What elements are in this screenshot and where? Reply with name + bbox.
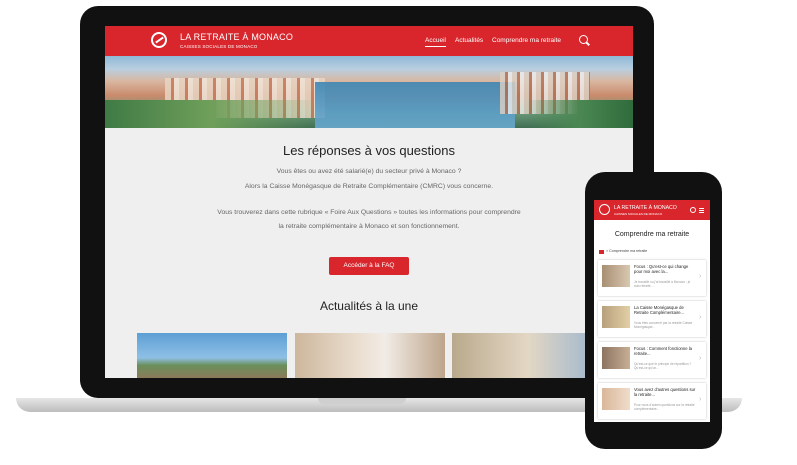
hero-image bbox=[105, 56, 633, 128]
faq-button[interactable]: Accéder à la FAQ bbox=[329, 257, 409, 275]
desktop-site: LA RETRAITE À MONACO CAISSES SOCIALES DE… bbox=[105, 26, 633, 378]
faq-text-2: la retraite complémentaire à Monaco et s… bbox=[278, 223, 460, 230]
card-title: Focus : Qu'est-ce qui change pour moi av… bbox=[634, 264, 689, 274]
nav-item-accueil[interactable]: Accueil bbox=[425, 37, 446, 47]
mobile-header: LA RETRAITE À MONACO CAISSES SOCIALES DE… bbox=[594, 200, 710, 220]
card-thumbnail bbox=[602, 265, 630, 287]
mobile-page-title: Comprendre ma retraite bbox=[614, 231, 690, 238]
intro-text-2: Alors la Caisse Monégasque de Retraite C… bbox=[244, 183, 494, 190]
card-excerpt: Qu'est-ce que le principe de répartition… bbox=[634, 362, 692, 370]
brand-title[interactable]: LA RETRAITE À MONACO bbox=[180, 32, 293, 42]
card-excerpt: Vous êtes concerné par la retraite Caiss… bbox=[634, 321, 693, 329]
site-header: LA RETRAITE À MONACO CAISSES SOCIALES DE… bbox=[105, 26, 633, 56]
menu-icon[interactable] bbox=[699, 208, 704, 209]
news-card-image[interactable] bbox=[137, 333, 287, 378]
card-thumbnail bbox=[602, 388, 630, 410]
mobile-site: LA RETRAITE À MONACO CAISSES SOCIALES DE… bbox=[594, 200, 710, 422]
breadcrumb[interactable]: > Comprendre ma retraite bbox=[606, 249, 647, 253]
news-title: Actualités à la une bbox=[319, 299, 419, 313]
chevron-right-icon: › bbox=[699, 396, 702, 403]
list-item[interactable]: Focus : Comment fonctionne la retraite..… bbox=[598, 342, 706, 378]
list-item[interactable]: Focus : Qu'est-ce qui change pour moi av… bbox=[598, 260, 706, 296]
news-card-image[interactable] bbox=[295, 333, 445, 378]
list-item[interactable]: Vous avez d'autres questions sur la retr… bbox=[598, 383, 706, 419]
brand-title[interactable]: LA RETRAITE À MONACO bbox=[614, 205, 677, 211]
search-icon[interactable] bbox=[579, 35, 588, 44]
card-title: Vous avez d'autres questions sur la retr… bbox=[634, 387, 696, 397]
chevron-right-icon: › bbox=[699, 355, 702, 362]
chevron-right-icon: › bbox=[699, 273, 702, 280]
laptop-notch bbox=[318, 398, 406, 404]
nav-item-comprendre[interactable]: Comprendre ma retraite bbox=[492, 37, 561, 44]
chevron-right-icon: › bbox=[699, 314, 702, 321]
card-thumbnail bbox=[602, 306, 630, 328]
logo-icon[interactable] bbox=[599, 204, 610, 215]
brand-subtitle: CAISSES SOCIALES DE MONACO bbox=[180, 44, 258, 49]
card-title: La Caisse Monégasque de Retraite Complém… bbox=[634, 305, 685, 315]
home-icon[interactable] bbox=[599, 250, 604, 254]
search-icon[interactable] bbox=[690, 207, 696, 213]
card-thumbnail bbox=[602, 347, 630, 369]
faq-text-1: Vous trouverez dans cette rubrique « Foi… bbox=[217, 209, 521, 216]
list-item[interactable]: La Caisse Monégasque de Retraite Complém… bbox=[598, 301, 706, 337]
brand-subtitle: CAISSES SOCIALES DE MONACO bbox=[614, 212, 663, 216]
card-title: Focus : Comment fonctionne la retraite..… bbox=[634, 346, 692, 356]
page-title: Les réponses à vos questions bbox=[283, 143, 455, 158]
news-card-image[interactable] bbox=[452, 333, 602, 378]
intro-text-1: Vous êtes ou avez été salarié(e) du sect… bbox=[276, 168, 462, 175]
nav-item-actualites[interactable]: Actualités bbox=[455, 37, 483, 44]
logo-icon[interactable] bbox=[151, 32, 167, 48]
card-excerpt: Je travaille ou j'ai travaillé à Monaco … bbox=[634, 280, 691, 288]
card-excerpt: Pour nous d'autres questions sur la retr… bbox=[634, 403, 695, 411]
